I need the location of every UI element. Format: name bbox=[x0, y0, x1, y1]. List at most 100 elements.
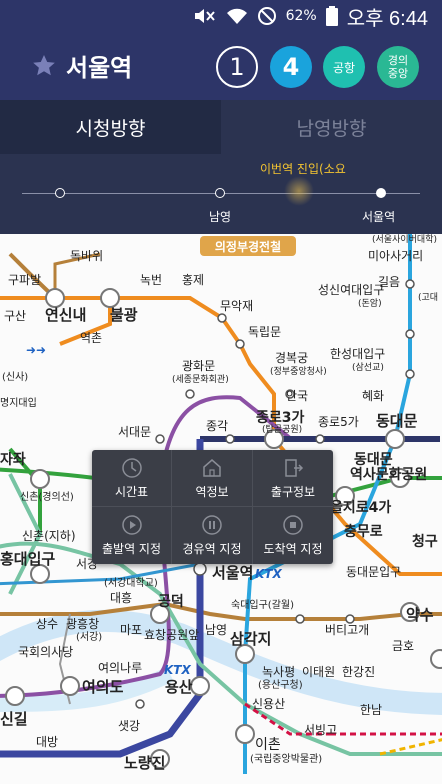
label-euljiro4: 을지로4가 bbox=[330, 500, 391, 516]
label-sinyongsan: 신용산 bbox=[252, 697, 285, 711]
label-seongsin-sub: (돈암) bbox=[358, 297, 382, 309]
label-hongje: 홍제 bbox=[182, 273, 204, 287]
airport-line-badge[interactable]: 공항 bbox=[323, 46, 365, 88]
label-gwangheungchang: 광흥창 bbox=[66, 617, 99, 631]
label-gwanghwamun: 광화문 bbox=[182, 359, 215, 373]
transfer-singil[interactable] bbox=[5, 686, 25, 706]
station-dot[interactable] bbox=[235, 339, 245, 349]
label-yeokchon: 역촌 bbox=[80, 331, 102, 345]
label-muakjae: 무악재 bbox=[220, 299, 253, 313]
transfer-yeonsinnae[interactable] bbox=[45, 288, 65, 308]
transfer-yongsan[interactable] bbox=[190, 676, 210, 696]
approach-status: 이번역 진입(소요 bbox=[260, 162, 346, 176]
label-jongno3-sub: (탑골공원) bbox=[262, 423, 302, 435]
station-dot[interactable] bbox=[345, 614, 355, 624]
menu-set-arrival[interactable]: 도착역 지정 bbox=[253, 507, 333, 564]
label-gusan-sub: (신사) bbox=[2, 371, 28, 383]
star-icon[interactable] bbox=[32, 54, 56, 78]
exit-door-icon bbox=[282, 457, 304, 479]
station-dot[interactable] bbox=[295, 614, 305, 624]
menu-set-departure[interactable]: 출발역 지정 bbox=[92, 507, 172, 564]
label-hyehwa: 혜화 bbox=[362, 389, 384, 403]
menu-timetable-label: 시간표 bbox=[114, 484, 149, 499]
track-dot-seoul bbox=[376, 188, 386, 198]
line-1-badge[interactable]: 1 bbox=[216, 46, 258, 88]
menu-station-info[interactable]: 역정보 bbox=[172, 450, 253, 507]
tab-city-hall-direction[interactable]: 시청방향 bbox=[0, 100, 221, 154]
direction-arrows: ➜➜ bbox=[26, 343, 46, 357]
transfer-yeouido[interactable] bbox=[60, 676, 80, 696]
transfer-bulgwang[interactable] bbox=[100, 288, 120, 308]
ktx-logo-yongsan: KTX bbox=[164, 663, 191, 677]
station-dot[interactable] bbox=[315, 434, 325, 444]
station-title: 서울역 bbox=[66, 54, 133, 82]
station-dot[interactable] bbox=[217, 313, 227, 323]
label-gwangheungchang-sub: (서강) bbox=[76, 631, 102, 643]
ktx-logo: KTX bbox=[255, 567, 282, 581]
label-sinchon-gyeongui: 신촌(경의선) bbox=[20, 490, 74, 503]
transfer-right[interactable] bbox=[430, 649, 442, 669]
train-track-strip: 이번역 진입(소요 남영 서울역 bbox=[0, 154, 442, 234]
label-gireum: 길음 bbox=[378, 275, 400, 289]
menu-set-arrival-label: 도착역 지정 bbox=[263, 542, 323, 556]
wifi-icon bbox=[226, 8, 247, 24]
transfer-west[interactable] bbox=[30, 469, 50, 489]
label-jaeja: 자좌 bbox=[0, 452, 26, 468]
label-seoulyeok: 서울역 bbox=[212, 564, 253, 582]
station-dot[interactable] bbox=[405, 329, 415, 339]
label-chungmuro: 충무로 bbox=[344, 524, 383, 540]
transfer-ichon[interactable] bbox=[235, 724, 255, 744]
gyeongui-line-label: 경의중앙 bbox=[387, 54, 409, 80]
stop-circle-icon bbox=[282, 514, 304, 536]
station-dot[interactable] bbox=[185, 389, 195, 399]
label-hangangjin: 한강진 bbox=[342, 665, 375, 679]
track-dot-namyeong bbox=[215, 188, 225, 198]
label-yeouinaru: 여의나루 bbox=[98, 661, 142, 675]
label-itaewon: 이태원 bbox=[302, 665, 335, 679]
menu-timetable[interactable]: 시간표 bbox=[92, 450, 172, 507]
label-ichon-sub: (국립중앙박물관) bbox=[250, 752, 322, 765]
label-dongdaemun-history: 동대문 bbox=[354, 452, 393, 468]
map-banner-text: 의정부경전철 bbox=[215, 239, 281, 254]
label-gukhoe: 국회의사당 bbox=[18, 645, 73, 659]
menu-set-via[interactable]: 경유역 지정 bbox=[172, 507, 253, 564]
gyeongui-line-badge[interactable]: 경의중앙 bbox=[377, 46, 419, 88]
label-hyochang: 효창공원앞 bbox=[144, 628, 199, 642]
battery-percent: 62% bbox=[285, 8, 317, 24]
label-suyu-univ: (서울사이버대학) bbox=[372, 234, 437, 245]
label-noksapyeong-sub: (용산구청) bbox=[258, 679, 303, 691]
station-dot[interactable] bbox=[405, 279, 415, 289]
label-noksapyeong: 녹사평 bbox=[262, 665, 295, 679]
station-action-menu: 시간표 역정보 출구정보 출발역 지정 경유역 지정 도착역 지정 bbox=[92, 450, 333, 564]
station-seoul-dot[interactable] bbox=[193, 562, 207, 576]
label-yeonsinnae: 연신내 bbox=[45, 306, 86, 324]
label-dongnimmun: 독립문 bbox=[248, 325, 281, 339]
do-not-disturb-icon bbox=[257, 7, 276, 25]
line-4-badge[interactable]: 4 bbox=[270, 46, 312, 88]
menu-exit-info[interactable]: 출구정보 bbox=[253, 450, 333, 507]
tab-namyeong-direction[interactable]: 남영방향 bbox=[221, 100, 442, 154]
label-bulgwang: 불광 bbox=[110, 306, 138, 324]
menu-exit-info-label: 출구정보 bbox=[270, 484, 316, 499]
label-hongdae: 홍대입구 bbox=[0, 550, 55, 568]
label-sangsu: 상수 bbox=[36, 617, 58, 631]
track-dot bbox=[55, 188, 65, 198]
label-gupabal: 구파발 bbox=[8, 273, 41, 287]
label-saetgang: 샛강 bbox=[118, 719, 140, 733]
station-dot[interactable] bbox=[135, 699, 145, 709]
status-bar: 62% 오후 6:44 bbox=[0, 0, 442, 32]
station-dot[interactable] bbox=[405, 369, 415, 379]
label-sinchon-jihe: 신촌(지하) bbox=[22, 529, 76, 543]
track-label-seoul: 서울역 bbox=[362, 210, 396, 224]
label-gongdeok: 공덕 bbox=[158, 593, 184, 610]
station-dot[interactable] bbox=[225, 434, 235, 444]
label-yaksu: 약수 bbox=[406, 606, 434, 624]
label-gwanghwamun-sub: (세종문화회관) bbox=[172, 374, 229, 385]
station-dot[interactable] bbox=[155, 434, 165, 444]
label-dongdaemun: 동대문 bbox=[376, 412, 418, 430]
label-sukdae: 숙대입구(갈월) bbox=[231, 598, 294, 611]
label-daeheung: 대흥 bbox=[110, 591, 132, 605]
transfer-dongdaemun[interactable] bbox=[385, 429, 405, 449]
label-samgakji: 삼각지 bbox=[230, 630, 271, 648]
clock-icon bbox=[121, 457, 143, 479]
